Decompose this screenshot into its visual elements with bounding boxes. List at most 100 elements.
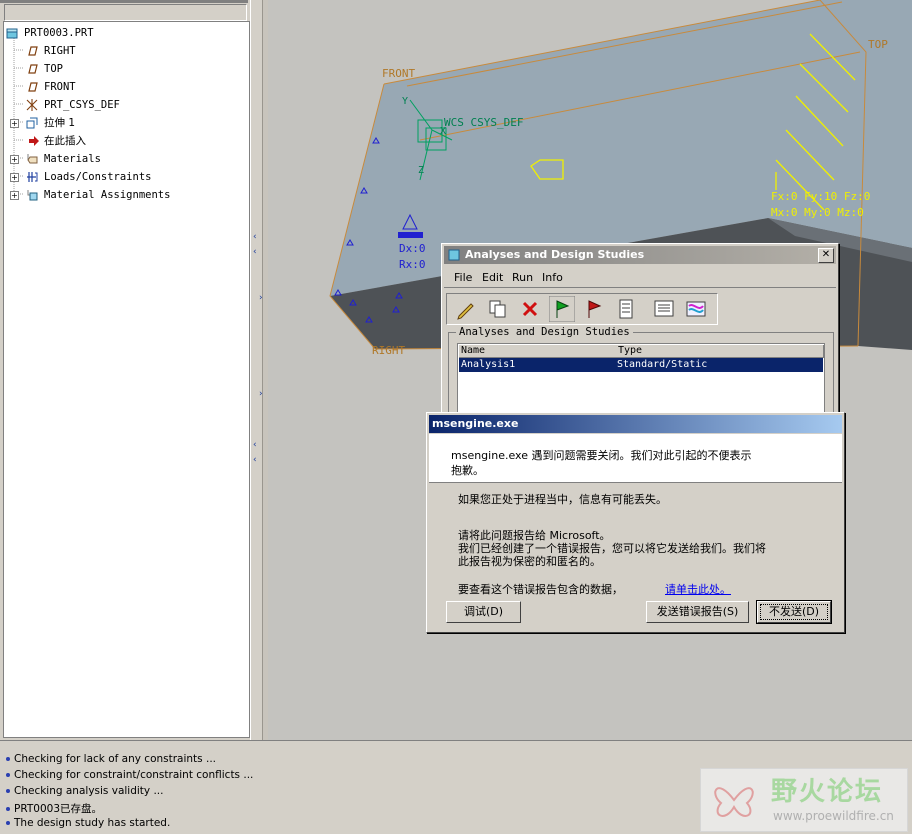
label-displacement: Dx:0	[399, 242, 426, 255]
analyses-dialog: Analyses and Design Studies ✕ File Edit …	[441, 243, 839, 425]
menu-bar: File Edit Run Info	[444, 267, 836, 288]
constraint-base	[398, 232, 423, 238]
message-line: PRT0003已存盘。	[6, 801, 102, 816]
tree-item-label: Materials	[44, 153, 101, 165]
expand-plus-icon[interactable]: +	[10, 173, 19, 182]
view-data-text: 要查看这个错误报告包含的数据，	[458, 583, 623, 596]
analysis-type: Standard/Static	[617, 359, 708, 370]
analysis-name: Analysis1	[461, 359, 516, 370]
menu-file[interactable]: File	[454, 271, 472, 284]
model-tree: PRT0003.PRT RIGHT TOP FRONT PRT_CSYS_DEF…	[3, 21, 250, 738]
error-dialog-titlebar[interactable]: msengine.exe	[429, 415, 842, 433]
tree-item-label: 拉伸 1	[44, 117, 76, 129]
data-loss-warning: 如果您正处于进程当中，信息有可能丢失。	[458, 493, 667, 506]
column-header-type[interactable]: Type	[616, 345, 824, 358]
tree-item-label: TOP	[44, 63, 63, 75]
loads-icon	[27, 172, 38, 182]
butterfly-logo-icon	[714, 787, 754, 817]
collapse-left-icon[interactable]: ‹	[253, 455, 257, 465]
datum-plane-icon	[28, 46, 38, 56]
dont-send-button[interactable]: 不发送(D)	[757, 601, 831, 623]
label-axis-z: Z	[418, 165, 425, 176]
panel-tab-strip	[0, 0, 248, 3]
message-line: Checking analysis validity ...	[6, 785, 163, 797]
model-tree-panel: PRT0003.PRT RIGHT TOP FRONT PRT_CSYS_DEF…	[0, 0, 262, 740]
tree-item-label: PRT0003.PRT	[24, 27, 94, 39]
label-top-plane: TOP	[868, 38, 888, 51]
collapse-left-icon[interactable]: ‹	[253, 440, 257, 450]
materials-icon	[27, 154, 38, 164]
message-text: Checking for constraint/constraint confl…	[14, 769, 254, 781]
forum-watermark: 野火论坛 www.proewildfire.cn	[700, 768, 908, 832]
tree-item-label: Material Assignments	[44, 189, 171, 201]
datum-plane-icon	[28, 82, 38, 92]
collapse-left-icon[interactable]: ‹	[253, 232, 257, 242]
label-rotation: Rx:0	[399, 258, 426, 271]
message-text: The design study has started.	[14, 817, 171, 829]
review-results-icon[interactable]	[651, 296, 677, 322]
column-header-name[interactable]: Name	[459, 345, 617, 358]
menu-run[interactable]: Run	[512, 271, 533, 284]
watermark-title: 野火论坛	[771, 777, 884, 807]
copy-icon[interactable]	[485, 296, 511, 322]
message-line: The design study has started.	[6, 817, 170, 829]
stop-flag-icon[interactable]	[581, 296, 607, 322]
menu-info[interactable]: Info	[542, 271, 563, 284]
list-item[interactable]: Analysis1 Standard/Static	[459, 358, 823, 372]
label-axis-x: X	[440, 126, 447, 137]
insert-arrow-icon	[29, 136, 39, 146]
tree-item-label: Loads/Constraints	[44, 171, 152, 183]
bullet-icon	[6, 821, 10, 825]
error-report-dialog: msengine.exe msengine.exe 遇到问题需要关闭。我们对此引…	[426, 412, 845, 633]
part-icon	[6, 28, 18, 39]
csys-icon	[26, 99, 38, 111]
error-dialog-title: msengine.exe	[432, 417, 519, 430]
watermark-url: www.proewildfire.cn	[773, 809, 894, 823]
send-report-button[interactable]: 发送错误报告(S)	[646, 601, 749, 623]
message-line: Checking for constraint/constraint confl…	[6, 769, 253, 781]
bullet-icon	[6, 789, 10, 793]
expand-plus-icon[interactable]: +	[10, 191, 19, 200]
extrude-icon	[26, 117, 38, 129]
error-message-line2: 抱歉。	[451, 464, 484, 477]
message-text: PRT0003已存盘。	[14, 803, 102, 815]
label-csys: WCS CSYS_DEF	[444, 116, 524, 129]
close-button[interactable]: ✕	[818, 248, 834, 263]
expand-plus-icon[interactable]: +	[10, 155, 19, 164]
label-axis-y: Y	[402, 96, 409, 107]
label-moment: Mx:0 My:0 Mz:0	[771, 206, 864, 219]
edit-pencil-icon[interactable]	[453, 296, 479, 322]
label-right-plane: RIGHT	[372, 344, 406, 357]
error-message-line1: msengine.exe 遇到问题需要关闭。我们对此引起的不便表示	[451, 449, 752, 462]
close-icon: ✕	[821, 249, 831, 260]
delete-icon[interactable]	[517, 296, 543, 322]
analyses-dialog-titlebar[interactable]: Analyses and Design Studies ✕	[444, 246, 836, 264]
tree-item-label: FRONT	[44, 81, 76, 93]
debug-button[interactable]: 调试(D)	[446, 601, 521, 623]
window-icon	[448, 249, 460, 261]
material-assign-icon	[27, 190, 38, 201]
tree-item-label: RIGHT	[44, 45, 76, 57]
label-front-plane: FRONT	[382, 67, 416, 80]
message-line: Checking for lack of any constraints ...	[6, 753, 216, 765]
bullet-icon	[6, 773, 10, 777]
datum-plane-icon	[28, 64, 38, 74]
message-text: Checking for lack of any constraints ...	[14, 753, 216, 765]
analyses-dialog-title: Analyses and Design Studies	[465, 248, 645, 261]
label-force: Fx:0 Fy:10 Fz:0	[771, 190, 871, 203]
expand-plus-icon[interactable]: +	[10, 119, 19, 128]
results-fringe-icon[interactable]	[683, 296, 709, 322]
model-tree-header	[4, 4, 247, 21]
bullet-icon	[6, 757, 10, 761]
status-list-icon[interactable]	[613, 296, 639, 322]
run-flag-icon[interactable]	[549, 296, 575, 322]
message-text: Checking analysis validity ...	[14, 785, 164, 797]
tree-item-label: PRT_CSYS_DEF	[44, 99, 120, 111]
analyses-group-label: Analyses and Design Studies	[456, 326, 633, 338]
menu-edit[interactable]: Edit	[482, 271, 503, 284]
collapse-left-icon[interactable]: ‹	[253, 247, 257, 257]
error-message-panel: msengine.exe 遇到问题需要关闭。我们对此引起的不便表示 抱歉。	[429, 434, 842, 483]
report-text-line3: 此报告视为保密的和匿名的。	[458, 555, 601, 568]
view-report-link[interactable]: 请单击此处。	[665, 581, 731, 597]
analyses-toolbar	[446, 293, 718, 325]
